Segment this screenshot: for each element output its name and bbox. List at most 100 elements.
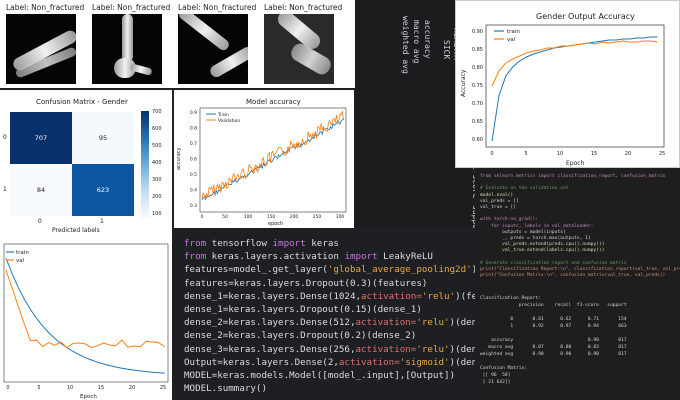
code-token: features=model_.get_layer( [184,264,328,276]
loss-train-line [5,257,165,374]
code-token: dense_1=keras.layers.Dropout(0.15)(dense… [184,304,422,315]
code-token: 'relu' [416,317,450,329]
xray-image [92,14,162,84]
ma-y-ticks: 0.9 0.8 0.7 0.6 0.5 0.4 0.3 [190,110,197,209]
ga-x-tick: 20 [625,151,631,157]
code-token: import [272,238,312,249]
ma-y-tick: 0.4 [190,188,197,194]
keras-code-line: from keras.layers.activation import Leak… [184,251,433,262]
code-token: )(dense_2) [449,343,475,355]
ma-train-line [201,117,344,201]
code-token: activation= [355,317,417,329]
cm-y-tick: 1 [3,186,7,193]
cm-cell: 95 [72,112,134,164]
ga-y-tick: 0.80 [472,65,483,71]
code-token: dense_2=keras.layers.Dropout(0.2)(dense_… [184,330,417,342]
code-token: MODEL.summary() [184,383,267,395]
confusion-matrix-title: Confusion Matrix - Gender [36,98,128,106]
ma-legend-val: Validation [218,118,240,124]
eval-output-line: precision recall f1-score support [480,303,627,308]
ma-x-tick: 100 [244,214,253,220]
keras-code-line: Output=keras.layers.Dense(2,activation='… [184,357,475,368]
xray-sample: Label: Non_fractured [258,0,344,88]
xray-image [264,14,334,84]
eval-code-line: outputs = model(inputs) [480,229,566,235]
report-row-label: weighted avg [401,16,410,74]
colorbar-tick: 300 [152,177,162,183]
xray-label: Label: Non_fractured [92,3,171,12]
ga-legend-train: train [507,29,520,35]
loss-x-tick: 15 [98,385,104,391]
ga-y-ticks: 0.90 0.85 0.80 0.75 0.70 0.65 0.60 [472,29,483,143]
keras-code-line: MODEL=keras.models.Model([model_.input],… [184,370,455,381]
xray-image [6,14,76,84]
xray-sample: Label: Non_fractured [86,0,172,88]
code-token: activation= [361,290,422,302]
cm-cell: 623 [72,164,134,216]
code-token: 'relu' [421,290,456,302]
loss-x-tick: 10 [67,385,73,391]
ma-x-tick: 300 [336,214,345,220]
code-token: 'global_average_pooling2d' [327,264,472,276]
code-token: Output=keras.layers.Dense(2, [184,356,339,368]
ga-y-tick: 0.60 [472,137,483,143]
ga-legend-val: val [507,37,516,43]
eval-code-line: val_true = [] [480,205,516,210]
xray-label: Label: Non_fractured [6,3,85,12]
model-accuracy-chart: Model accuracy 0.9 0.8 0.7 0.6 0.5 0.4 0.3 0 50… [176,98,347,227]
ga-xlabel: Epoch [566,160,585,167]
eval-output-line: weighted avg 0.90 0.90 0.90 817 [480,352,627,357]
colorbar-tick: 400 [152,160,162,166]
code-token: dense_1=keras.layers.Dense(1024, [184,290,362,302]
code-token: ).output [472,264,475,275]
code-token: keras.layers.activation [211,251,345,263]
ma-y-tick: 0.3 [190,203,197,209]
cm-cell: 84 [10,164,72,216]
ma-ylabel: accuracy [176,147,182,170]
eval-code-line: print("Classification Report:\n", classi… [480,267,680,272]
ga-x-tick: 10 [557,151,563,157]
ga-ylabel: Accuracy [460,69,467,97]
keras-code-line: dense_2=keras.layers.Dropout(0.2)(dense_… [184,330,416,341]
ma-y-tick: 0.8 [190,126,197,132]
loss-axes [3,243,169,383]
xray-samples-panel: Label: Non_fractured Label: Non_fracture… [0,0,355,88]
eval-code-line: with torch.no_grad(): [480,217,539,223]
ma-y-tick: 0.7 [190,141,197,147]
eval-output-line: accuracy 0.90 817 [480,338,627,343]
loss-chart: 0 5 10 15 20 25 train val Epoch [3,243,169,400]
code-token: LeakyReLU [383,251,433,263]
report-row-label: macro avg [412,20,421,64]
loss-legend-val: val [16,258,25,264]
cm-cell: 707 [10,112,72,164]
loss-x-tick: 5 [37,385,40,391]
eval-output-line: Confusion Matrix: [480,366,528,371]
eval-code-line: from sklearn.metrics import classificati… [480,174,666,179]
ma-x-ticks: 0 50 100 150 200 250 300 [201,214,345,220]
loss-plot-panel: 0 5 10 15 20 25 train val Epoch [0,240,172,400]
code-token: features=keras.layers.Dropout(0.3)(featu… [184,277,428,289]
colorbar-tick: 100 [152,211,162,217]
cm-y-tick: 0 [3,134,7,141]
code-token: tensorflow [211,238,273,249]
colorbar-tick: 200 [152,194,162,200]
eval-code-line: # Generate classification report and con… [480,260,627,266]
code-token: 'relu' [416,343,450,355]
eval-code-line: model.eval() [480,192,514,198]
keras-code-line: features=keras.layers.Dropout(0.3)(featu… [184,278,427,289]
code-token: from [184,238,212,249]
ma-x-tick: 150 [267,214,276,220]
code-token: keras [311,238,339,249]
keras-code-line: features=model_.get_layer('global_averag… [184,264,475,275]
ma-x-tick: 200 [290,214,299,220]
code-token: 'sigmoid' [399,356,450,368]
confusion-matrix-panel: Confusion Matrix - Gender 707 95 84 623 … [0,90,172,240]
code-token: activation= [338,356,400,368]
ga-y-tick: 0.90 [472,29,483,35]
code-token: MODEL=keras.models.Model([model_.input],… [184,370,456,381]
eval-code-panel: from sklearn.metrics import classificati… [475,168,680,400]
ma-y-tick: 0.9 [190,110,197,116]
xray-image [178,14,248,84]
eval-output-line: Classification Report: [480,296,541,301]
ma-xlabel: epoch [268,221,283,227]
